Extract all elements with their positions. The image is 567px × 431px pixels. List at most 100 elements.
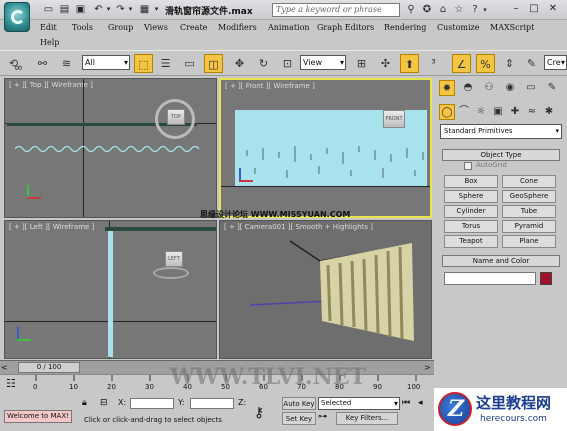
selection-filter-dropdown[interactable]: All: [82, 55, 130, 70]
cylinder-button[interactable]: Cylinder: [444, 205, 498, 218]
menu-item-customize[interactable]: Customize: [437, 23, 480, 32]
select-and-rotate-icon[interactable]: ↻: [254, 54, 273, 73]
menu-item-maxscript[interactable]: MAXScript: [490, 23, 534, 32]
viewport-top[interactable]: [ + ][ Top ][ Wireframe ] TOP: [4, 78, 217, 218]
create-panel-tab[interactable]: ✹: [439, 80, 455, 96]
torus-button[interactable]: Torus: [444, 220, 498, 233]
object-name-field[interactable]: [444, 272, 536, 285]
mini-curve-editor-icon[interactable]: ☷: [6, 377, 24, 392]
redo-dropdown-icon[interactable]: ▾: [124, 3, 137, 16]
previous-key-icon[interactable]: ◂: [418, 398, 430, 410]
object-color-swatch[interactable]: [540, 272, 552, 285]
lock-selection-icon[interactable]: 🔒︎: [82, 398, 94, 410]
favorites-star-icon[interactable]: ☆: [452, 3, 466, 17]
object-type-rollout-header[interactable]: Object Type: [442, 149, 560, 161]
minimize-button[interactable]: –: [508, 2, 524, 16]
bind-to-space-warp-icon[interactable]: ≋: [57, 54, 76, 73]
next-frame-icon[interactable]: >: [424, 362, 434, 373]
select-object-icon[interactable]: ⬚: [134, 54, 153, 73]
geosphere-button[interactable]: GeoSphere: [502, 190, 556, 203]
select-and-scale-icon[interactable]: ⊡: [278, 54, 297, 73]
unlink-selection-icon[interactable]: ⚯: [33, 54, 52, 73]
pyramid-button[interactable]: Pyramid: [502, 220, 556, 233]
absolute-mode-transform-icon[interactable]: ⊟: [100, 398, 110, 410]
previous-frame-icon[interactable]: <: [1, 362, 11, 373]
edit-named-selection-icon[interactable]: ✎: [522, 54, 541, 73]
spinner-snap-icon[interactable]: ⇕: [500, 54, 519, 73]
keyboard-shortcut-override-icon[interactable]: ⬆: [400, 54, 419, 73]
pivot-point-center-icon[interactable]: ⊞: [352, 54, 371, 73]
geometry-category-icon[interactable]: ◯: [439, 104, 455, 120]
reference-coordinate-dropdown[interactable]: View: [300, 55, 346, 70]
subscription-icon[interactable]: ✪: [420, 3, 434, 17]
set-key-key-icon[interactable]: ⚷: [254, 402, 276, 424]
menu-item-help[interactable]: Help: [40, 38, 59, 47]
viewport-camera[interactable]: [ + ][ Camera001 ][ Smooth + Highlights …: [219, 220, 432, 359]
select-and-link-icon[interactable]: ∞: [9, 58, 28, 77]
modify-panel-tab[interactable]: ◓: [460, 80, 476, 96]
cone-button[interactable]: Cone: [502, 175, 556, 188]
time-slider-handle[interactable]: 0 / 100: [18, 362, 80, 373]
display-panel-tab[interactable]: ▭: [523, 80, 539, 96]
cameras-category-icon[interactable]: ▣: [490, 104, 506, 120]
binoculars-search-icon[interactable]: ⚲: [404, 3, 418, 17]
primitive-category-dropdown[interactable]: Standard Primitives: [440, 124, 562, 139]
menu-item-create[interactable]: Create: [180, 23, 207, 32]
select-by-name-icon[interactable]: ☰: [156, 54, 175, 73]
menu-item-edit[interactable]: Edit: [40, 23, 57, 32]
viewcube-left[interactable]: LEFT: [165, 251, 183, 267]
viewport-left[interactable]: [ + ][ Left ][ Wireframe ] LEFT: [4, 220, 217, 359]
sphere-button[interactable]: Sphere: [444, 190, 498, 203]
maximize-button[interactable]: □: [526, 2, 542, 16]
utilities-panel-tab[interactable]: ✎: [544, 80, 560, 96]
snaps-toggle-icon[interactable]: ³: [424, 54, 443, 73]
viewcube-front[interactable]: FRONT: [383, 110, 405, 128]
select-and-manipulate-icon[interactable]: ✣: [376, 54, 395, 73]
maxscript-listener-field[interactable]: Welcome to MAX!: [4, 410, 72, 423]
angle-snap-icon[interactable]: ∠: [452, 54, 471, 73]
menu-item-tools[interactable]: Tools: [72, 23, 93, 32]
systems-category-icon[interactable]: ✱: [541, 104, 557, 120]
new-file-icon[interactable]: ▭: [42, 3, 55, 16]
go-to-start-icon[interactable]: ⏮: [402, 398, 414, 410]
name-and-color-rollout-header[interactable]: Name and Color: [442, 255, 560, 267]
menu-item-views[interactable]: Views: [144, 23, 168, 32]
key-filter-icon[interactable]: ⊶: [318, 412, 330, 425]
menu-item-rendering[interactable]: Rendering: [384, 23, 426, 32]
viewport-label-top[interactable]: [ + ][ Top ][ Wireframe ]: [9, 81, 93, 89]
space-warps-category-icon[interactable]: ≈: [524, 104, 540, 120]
box-button[interactable]: Box: [444, 175, 498, 188]
menu-item-graph-editors[interactable]: Graph Editors: [317, 23, 374, 32]
help-dropdown-icon[interactable]: ▾: [478, 3, 492, 17]
open-file-icon[interactable]: ▤: [58, 3, 71, 16]
hierarchy-panel-tab[interactable]: ⚇: [481, 80, 497, 96]
app-menu-button[interactable]: [4, 2, 30, 32]
key-filters-button[interactable]: Key Filters...: [336, 412, 398, 425]
auto-key-button[interactable]: Auto Key: [282, 397, 316, 410]
menu-item-modifiers[interactable]: Modifiers: [218, 23, 257, 32]
communication-center-icon[interactable]: ⌂: [436, 3, 450, 17]
y-coordinate-field[interactable]: [190, 398, 234, 409]
viewport-label-front[interactable]: [ + ][ Front ][ Wireframe ]: [225, 82, 315, 90]
viewcube-compass-ring[interactable]: [153, 267, 189, 279]
teapot-button[interactable]: Teapot: [444, 235, 498, 248]
helpers-category-icon[interactable]: ✚: [507, 104, 523, 120]
plane-button[interactable]: Plane: [502, 235, 556, 248]
shapes-category-icon[interactable]: ⌒: [456, 104, 472, 120]
tube-button[interactable]: Tube: [502, 205, 556, 218]
select-and-move-icon[interactable]: ✥: [230, 54, 249, 73]
viewport-front-active[interactable]: [ + ][ Front ][ Wireframe ] FRONT: [219, 78, 432, 218]
key-mode-dropdown[interactable]: Selected: [318, 397, 400, 410]
autogrid-checkbox[interactable]: [464, 162, 472, 170]
menu-item-group[interactable]: Group: [108, 23, 133, 32]
x-coordinate-field[interactable]: [130, 398, 174, 409]
quick-access-dropdown-icon[interactable]: ▾: [150, 3, 163, 16]
window-crossing-icon[interactable]: ◫: [204, 54, 223, 73]
save-file-icon[interactable]: ▣: [74, 3, 87, 16]
set-key-button[interactable]: Set Key: [282, 412, 316, 425]
motion-panel-tab[interactable]: ◉: [502, 80, 518, 96]
close-button[interactable]: ✕: [545, 2, 561, 16]
viewport-label-left[interactable]: [ + ][ Left ][ Wireframe ]: [9, 223, 94, 231]
viewcube-top[interactable]: TOP: [167, 109, 185, 125]
percent-snap-icon[interactable]: %: [476, 54, 495, 73]
